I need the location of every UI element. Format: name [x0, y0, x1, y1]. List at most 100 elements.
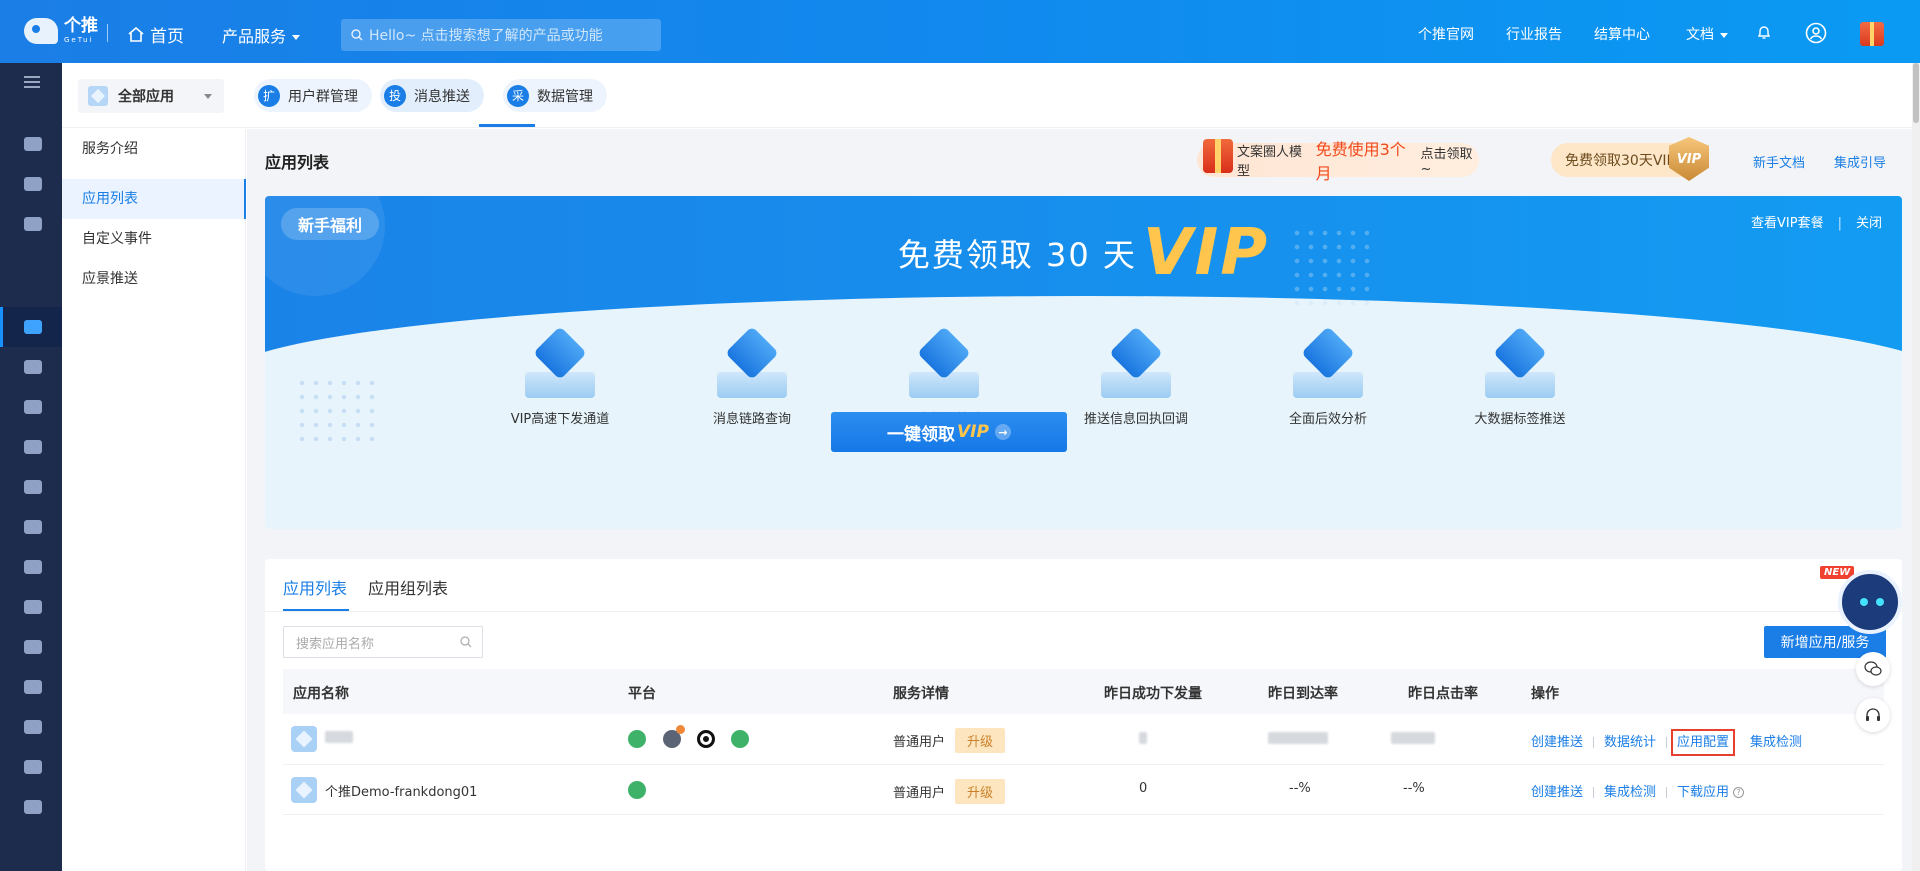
nav-link-billing[interactable]: 结算中心 [1594, 24, 1650, 44]
ai-robot-icon[interactable] [1838, 570, 1902, 634]
feature-item: 大数据标签推送 [1435, 326, 1605, 427]
feature-label: VIP高速下发通道 [510, 412, 610, 427]
ai-icon[interactable] [24, 440, 42, 454]
search-icon [460, 636, 472, 648]
nav-link-industry-report[interactable]: 行业报告 [1506, 24, 1562, 44]
feature-item: 推送信息回执回调 [1051, 326, 1221, 427]
sidemenu-item-app-list[interactable]: 应用列表 [62, 179, 246, 219]
tab-message-push[interactable]: 投 消息推送 [380, 79, 484, 112]
table-row: 普通用户 升级 创建推送 数据统计 应用配置 集成检测 [283, 714, 1884, 765]
feature-label: 推送信息回执回调 [1083, 412, 1188, 427]
create-push-link[interactable]: 创建推送 [1531, 735, 1583, 750]
vip-features: VIP高速下发通道 消息链路查询 厂商推送策略 推送信息回执回调 全面后效分析 … [475, 326, 1695, 427]
main-content: 应用列表 文案圈人模型 免费使用3个月 点击领取~ 免费领取30天VIP VIP… [247, 129, 1920, 871]
download-app-link[interactable]: 下载应用 [1677, 785, 1729, 800]
gift-icon[interactable] [1860, 22, 1884, 46]
vendor-strategy-icon [905, 326, 983, 398]
app-selector[interactable]: 全部应用 [78, 79, 224, 113]
vip-badge-icon: VIP [1669, 137, 1709, 181]
apple-icon [663, 725, 685, 748]
integration-check-link[interactable]: 集成检测 [1750, 735, 1802, 750]
products-menu[interactable]: 产品服务 [222, 23, 301, 47]
banner-headline-text: 免费领取 30 天 [897, 236, 1137, 274]
tab-app-list[interactable]: 应用列表 [283, 575, 347, 599]
data-statistics-link[interactable]: 数据统计 [1604, 735, 1656, 750]
app-selector-label: 全部应用 [118, 89, 174, 105]
app-icon [291, 777, 317, 803]
vip-promo-label: 免费领取30天VIP [1565, 153, 1675, 169]
feature-label: 消息链路查询 [712, 412, 791, 427]
search-placeholder: Hello~ 点击搜索想了解的产品或功能 [369, 28, 603, 44]
globe-icon[interactable] [24, 680, 42, 694]
sidemenu-item-service-intro[interactable]: 服务介绍 [62, 129, 246, 169]
claim-vip-button[interactable]: 一键领取 VIP → [831, 412, 1067, 452]
chevron-down-icon [1720, 32, 1728, 38]
sidemenu-item-scene-push[interactable]: 应景推送 [62, 259, 246, 299]
help-icon[interactable]: ? [1733, 787, 1745, 798]
banner-headline-vip: VIP [1142, 216, 1270, 290]
nav-link-official-site[interactable]: 个推官网 [1418, 24, 1474, 44]
app-name[interactable]: 个推Demo-frankdong01 [325, 781, 477, 800]
server-icon[interactable] [24, 800, 42, 814]
app-config-link[interactable]: 应用配置 [1671, 729, 1736, 756]
gift-box-icon [1203, 139, 1233, 173]
headset-icon[interactable] [1856, 698, 1890, 732]
vip-free-promo[interactable]: 免费领取30天VIP VIP [1551, 137, 1709, 181]
audience-icon[interactable] [24, 177, 42, 191]
top-bar: 个推 GeTui 首页 产品服务 Hello~ 点击搜索想了解的产品或功能 个推… [0, 0, 1920, 63]
promo-highlight: 免费使用3个月 [1315, 140, 1406, 183]
robot-icon[interactable] [24, 400, 42, 414]
push-nav-active[interactable] [0, 307, 62, 347]
getui-logo[interactable]: 个推 GeTui [24, 18, 98, 44]
integration-check-link[interactable]: 集成检测 [1604, 785, 1656, 800]
team-icon[interactable] [24, 760, 42, 774]
table-row: 个推Demo-frankdong01 普通用户 升级 0 --% --% 创建推送… [283, 765, 1884, 815]
docs-menu[interactable]: 文档 [1686, 24, 1728, 44]
app-search-input[interactable]: 搜索应用名称 [283, 626, 483, 658]
brand-name: 个推 [64, 16, 98, 36]
chart-icon[interactable] [24, 480, 42, 494]
beginner-docs-link[interactable]: 新手文档 [1753, 152, 1805, 171]
location-icon[interactable] [24, 520, 42, 534]
column-header: 操作 [1531, 686, 1559, 702]
menu-icon[interactable] [24, 75, 40, 89]
upgrade-button[interactable]: 升级 [955, 728, 1006, 753]
page-scrollbar[interactable] [1912, 63, 1920, 871]
home-link[interactable]: 首页 [128, 22, 184, 47]
bell-icon[interactable] [1757, 25, 1771, 40]
app-name-redacted [325, 731, 353, 747]
message-icon[interactable] [24, 360, 42, 374]
feature-item: VIP高速下发通道 [475, 326, 645, 427]
promo-copy-model[interactable]: 文案圈人模型 免费使用3个月 点击领取~ [1197, 139, 1479, 183]
harmony-icon [697, 730, 715, 748]
integration-guide-link[interactable]: 集成引导 [1834, 152, 1886, 171]
camera-icon[interactable] [24, 640, 42, 654]
push-icon [24, 320, 42, 334]
logo-mark-icon [24, 18, 58, 44]
search-analytics-icon[interactable] [24, 720, 42, 734]
package-icon[interactable] [24, 600, 42, 614]
sidemenu-item-custom-event[interactable]: 自定义事件 [62, 219, 246, 259]
global-search-input[interactable]: Hello~ 点击搜索想了解的产品或功能 [341, 19, 661, 51]
chevron-down-icon [292, 35, 301, 40]
left-icon-bar [0, 63, 62, 871]
receipt-callback-icon [1097, 326, 1175, 398]
column-header: 昨日到达率 [1268, 686, 1338, 702]
tab-user-group[interactable]: 扩 用户群管理 [254, 79, 372, 112]
cta-vip: VIP [957, 422, 989, 442]
upgrade-button[interactable]: 升级 [955, 779, 1006, 804]
tab-app-group-list[interactable]: 应用组列表 [368, 575, 448, 599]
cube-icon [88, 86, 108, 106]
create-push-link[interactable]: 创建推送 [1531, 785, 1583, 800]
chevron-down-icon [204, 94, 212, 99]
tag-icon[interactable] [24, 560, 42, 574]
user-icon[interactable] [1805, 22, 1827, 44]
user-group-icon[interactable] [24, 217, 42, 231]
tab-data-management[interactable]: 采 数据管理 [503, 79, 607, 112]
products-label: 产品服务 [222, 27, 287, 46]
view-vip-plans-link[interactable]: 查看VIP套餐 [1751, 216, 1824, 231]
close-banner-link[interactable]: 关闭 [1856, 216, 1882, 231]
wechat-icon[interactable] [1856, 652, 1890, 686]
message-trace-icon [713, 326, 791, 398]
user-analysis-icon[interactable] [24, 137, 42, 151]
